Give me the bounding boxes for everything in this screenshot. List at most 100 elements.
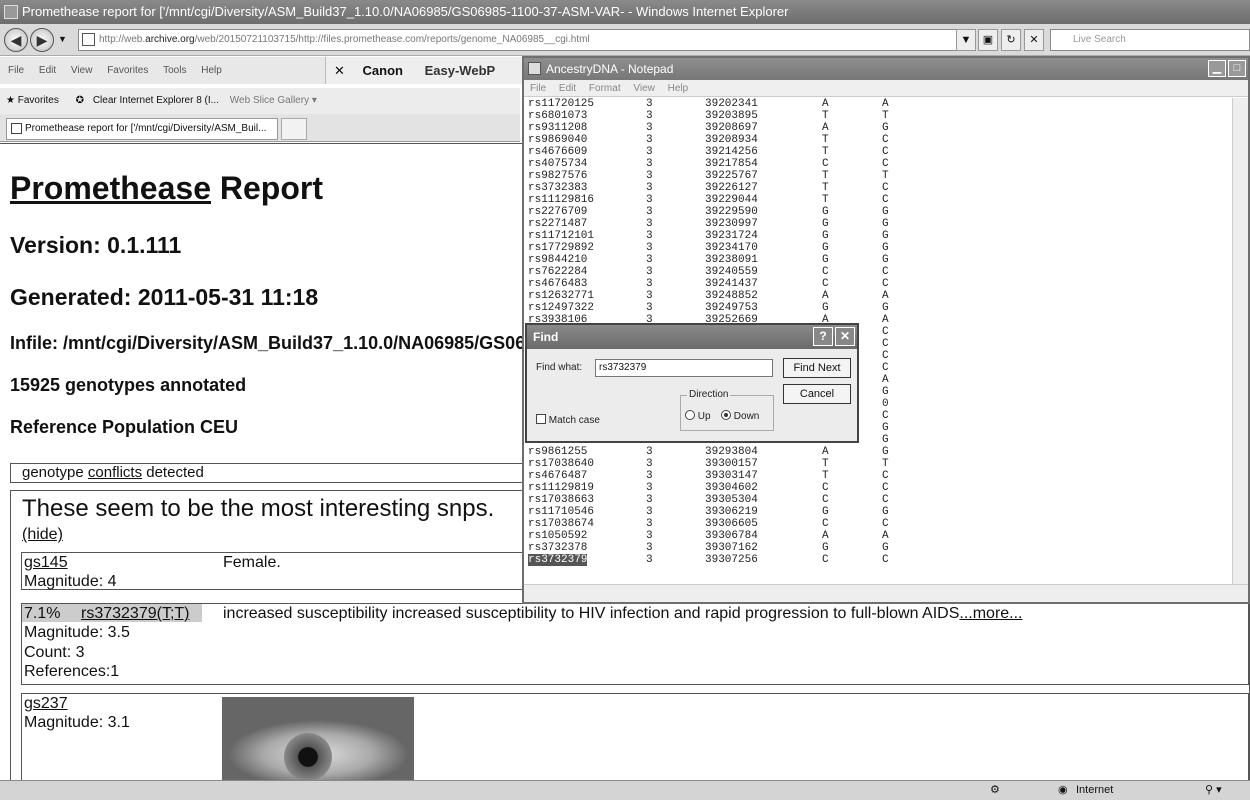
- notepad-line: rs11129816 3 39229044 T C: [526, 194, 1226, 206]
- match-case-option[interactable]: Match case: [536, 414, 600, 426]
- notepad-cell: 3: [646, 122, 653, 134]
- menu-edit[interactable]: Edit: [39, 65, 56, 76]
- snp-id-link[interactable]: gs237: [24, 695, 68, 713]
- np-menu-help[interactable]: Help: [668, 83, 689, 94]
- conflicts-link[interactable]: conflicts: [88, 464, 142, 481]
- easy-webprint-label[interactable]: Easy-WebP: [425, 63, 496, 78]
- notepad-cell: rs12632771: [528, 290, 595, 302]
- find-title-bar[interactable]: Find ? ✕: [527, 325, 857, 349]
- compatibility-view-icon[interactable]: ▣: [978, 29, 998, 51]
- favorites-button[interactable]: Favorites: [18, 95, 59, 106]
- menu-help[interactable]: Help: [201, 65, 222, 76]
- notepad-cell: T: [822, 134, 829, 146]
- zoom-icon[interactable]: ⚲ ▾: [1205, 781, 1222, 800]
- notepad-cell: 39306784: [705, 530, 758, 542]
- notepad-line: rs17729892 3 39234170 G G: [526, 242, 1226, 254]
- new-tab-button[interactable]: [281, 118, 307, 140]
- notepad-cell: C: [882, 482, 889, 494]
- address-bar[interactable]: http://web.archive.org/web/2015072110371…: [78, 29, 971, 51]
- close-icon[interactable]: ✕: [835, 327, 855, 346]
- more-link[interactable]: ...more...: [959, 605, 1022, 622]
- close-toolbar-icon[interactable]: ✕: [334, 63, 345, 78]
- minimize-button[interactable]: ▁: [1208, 60, 1226, 77]
- notepad-cell: rs3732383: [528, 182, 588, 194]
- notepad-line: rs17038674 3 39306605 C C: [526, 518, 1226, 530]
- notepad-cell: rs2271487: [528, 218, 588, 230]
- address-dropdown-button[interactable]: ▼: [956, 29, 976, 51]
- add-favorite-icon[interactable]: ✪: [76, 95, 84, 106]
- notepad-cell: G: [822, 242, 829, 254]
- notepad-cell: T: [822, 470, 829, 482]
- notepad-cell: 39304602: [705, 482, 758, 494]
- ie-title-bar[interactable]: Promethease report for ['/mnt/cgi/Divers…: [0, 0, 1250, 24]
- notepad-cell: rs9827576: [528, 170, 588, 182]
- hide-link[interactable]: (hide): [22, 526, 63, 544]
- radio-up[interactable]: [685, 410, 695, 420]
- match-case-checkbox[interactable]: [536, 414, 546, 424]
- snp-id-link[interactable]: gs145: [24, 554, 68, 572]
- live-search-placeholder: Live Search: [1073, 34, 1126, 45]
- notepad-title-bar[interactable]: AncestryDNA - Notepad ▁ □: [524, 58, 1248, 80]
- notepad-cell: 3: [646, 218, 653, 230]
- notepad-cell: C: [882, 410, 889, 422]
- notepad-cell: rs4676609: [528, 146, 588, 158]
- maximize-button[interactable]: □: [1228, 60, 1246, 77]
- notepad-cell: 39234170: [705, 242, 758, 254]
- tab-promethease-report[interactable]: Promethease report for ['/mnt/cgi/Divers…: [6, 118, 278, 140]
- notepad-cell: 39208697: [705, 122, 758, 134]
- help-icon[interactable]: ?: [813, 327, 833, 346]
- notepad-cell: C: [882, 146, 889, 158]
- back-button[interactable]: ◀: [4, 28, 28, 52]
- notepad-line: rs3732383 3 39226127 T C: [526, 182, 1226, 194]
- menu-favorites[interactable]: Favorites: [107, 65, 148, 76]
- favorites-star-icon[interactable]: ★: [6, 95, 15, 106]
- forward-button[interactable]: ▶: [30, 28, 54, 52]
- fav-link-clear-ie[interactable]: Clear Internet Explorer 8 (I...: [93, 95, 219, 106]
- notepad-cell: 39249753: [705, 302, 758, 314]
- notepad-title: AncestryDNA - Notepad: [546, 62, 674, 76]
- notepad-line: rs3732379 3 39307256 C C: [526, 554, 1226, 566]
- fav-link-web-slice[interactable]: Web Slice Gallery ▾: [230, 95, 317, 106]
- menu-tools[interactable]: Tools: [163, 65, 186, 76]
- np-menu-file[interactable]: File: [530, 83, 546, 94]
- vertical-scrollbar[interactable]: [1232, 98, 1248, 584]
- snp-id-link[interactable]: rs3732379(T;T): [81, 605, 190, 623]
- notepad-cell: 3: [646, 242, 653, 254]
- direction-down[interactable]: Down: [721, 410, 759, 422]
- find-next-button[interactable]: Find Next: [783, 358, 851, 378]
- horizontal-scrollbar[interactable]: [524, 584, 1248, 602]
- find-dialog: Find ? ✕ Find what: rs3732379 Find Next …: [525, 323, 859, 443]
- notepad-cell: G: [882, 434, 889, 446]
- np-menu-format[interactable]: Format: [589, 83, 621, 94]
- find-what-input[interactable]: rs3732379: [595, 359, 773, 377]
- notepad-cell: 39229044: [705, 194, 758, 206]
- notepad-line: rs7622284 3 39240559 C C: [526, 266, 1226, 278]
- radio-down[interactable]: [721, 410, 731, 420]
- notepad-cell: rs4676483: [528, 278, 588, 290]
- live-search-input[interactable]: Live Search: [1050, 29, 1250, 51]
- notepad-cell: G: [882, 542, 889, 554]
- notepad-cell: C: [882, 494, 889, 506]
- notepad-line: rs9861255 3 39293804 A G: [526, 446, 1226, 458]
- np-menu-edit[interactable]: Edit: [559, 83, 576, 94]
- direction-up[interactable]: Up: [685, 410, 711, 422]
- np-menu-view[interactable]: View: [633, 83, 655, 94]
- menu-view[interactable]: View: [71, 65, 93, 76]
- menu-file[interactable]: File: [8, 65, 24, 76]
- notepad-cell: G: [882, 446, 889, 458]
- promethease-link[interactable]: Promethease: [10, 170, 211, 206]
- notepad-cell: 3: [646, 146, 653, 158]
- notepad-cell: rs9844210: [528, 254, 588, 266]
- notepad-cell: 3: [646, 134, 653, 146]
- cancel-button[interactable]: Cancel: [783, 384, 851, 404]
- address-toolbar: ◀ ▶ ▼ http://web.archive.org/web/2015072…: [0, 24, 1250, 56]
- stop-icon[interactable]: ✕: [1024, 29, 1044, 51]
- notepad-cell: 39306219: [705, 506, 758, 518]
- notepad-cell: C: [882, 158, 889, 170]
- notepad-cell: rs7622284: [528, 266, 588, 278]
- history-dropdown-icon[interactable]: ▼: [58, 34, 67, 44]
- notepad-cell: rs11712101: [528, 230, 595, 242]
- notepad-cell: T: [822, 194, 829, 206]
- refresh-icon[interactable]: ↻: [1001, 29, 1021, 51]
- tab-page-icon: [11, 123, 22, 134]
